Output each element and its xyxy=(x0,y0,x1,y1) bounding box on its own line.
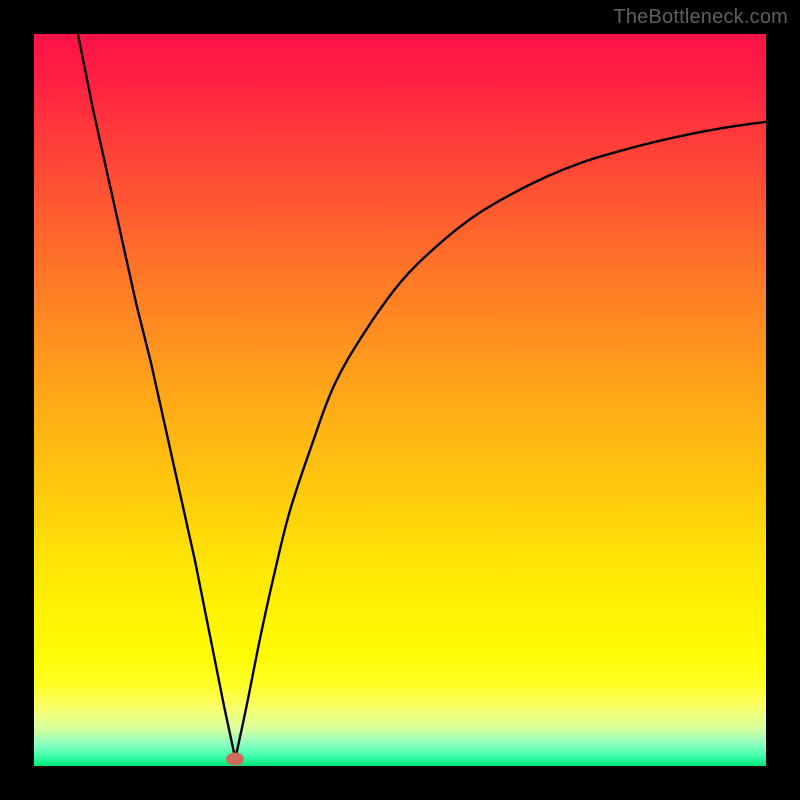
optimal-point-marker xyxy=(226,752,244,765)
watermark-text: TheBottleneck.com xyxy=(613,6,788,29)
plot-area xyxy=(34,34,766,766)
bottleneck-curve xyxy=(34,34,766,766)
chart-frame: TheBottleneck.com xyxy=(0,0,800,800)
